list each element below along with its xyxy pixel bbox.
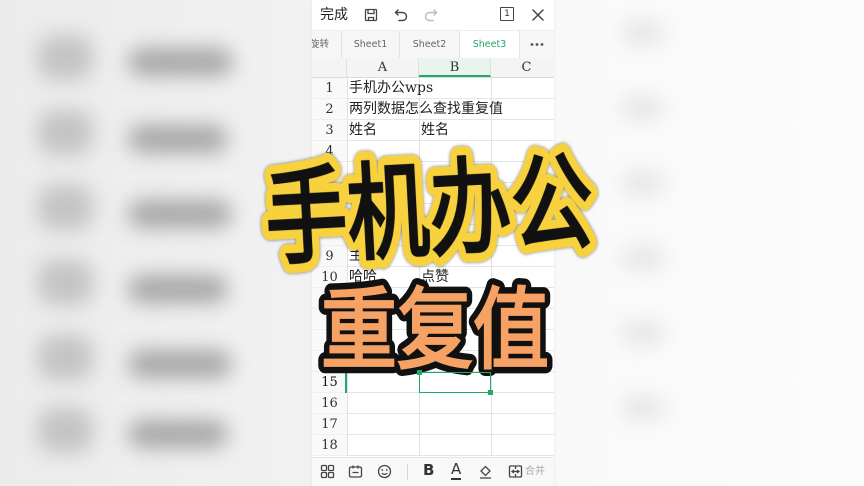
toolbar-divider [407,464,408,480]
page-view-icon[interactable]: 1 [500,7,514,21]
column-header-c[interactable]: C [491,58,554,77]
blurred-background-blob [128,420,228,448]
redo-icon[interactable] [424,8,438,22]
blurred-background-blob [38,185,93,230]
merge-label[interactable]: 合并 [525,465,545,479]
card-view-icon[interactable] [348,464,363,479]
blurred-background-blob [38,335,93,380]
more-dots-icon[interactable] [520,31,554,58]
fill-bucket-icon[interactable] [478,464,493,479]
emoji-icon[interactable] [377,464,392,479]
tab-sheet2[interactable]: Sheet2 [400,31,460,58]
cell-B9[interactable]: 主播 [419,246,449,267]
cell-A9[interactable]: 主播 [347,246,377,267]
row-header-17[interactable]: 17 [312,414,347,435]
blurred-background-blob [622,247,664,269]
row-header-4[interactable]: 4 [312,141,347,162]
top-toolbar: 完成 1 [312,0,554,30]
cell-B3[interactable]: 姓名 [419,120,449,141]
phone-screen: 完成 1 旋转 Sheet1 Sheet2 Sheet3 A B C 1 手机办… [312,0,554,486]
select-all-corner[interactable] [312,58,347,77]
sheet-tab-bar: 旋转 Sheet1 Sheet2 Sheet3 [312,30,554,58]
column-header-row: A B C [312,58,554,78]
column-divider [491,78,492,456]
apps-grid-icon[interactable] [320,464,335,479]
merge-cells-icon[interactable] [508,464,523,479]
blurred-background-blob [38,260,93,305]
font-color-button[interactable]: A [451,461,462,480]
close-icon[interactable] [531,8,545,22]
row-header-18[interactable]: 18 [312,435,347,456]
row-header-10[interactable]: 10 [312,267,347,288]
row-header-9[interactable]: 9 [312,246,347,267]
blurred-background-blob [128,275,228,303]
row-header-2[interactable]: 2 [312,99,347,120]
column-header-a[interactable]: A [347,58,419,77]
blurred-background-blob [38,408,93,453]
row-header-1[interactable]: 1 [312,78,347,99]
cell-B10[interactable]: 点赞 [419,267,449,288]
done-button[interactable]: 完成 [320,6,348,24]
selected-cell-border[interactable] [417,370,493,395]
blurred-background-blob [128,125,228,153]
blurred-background-blob [622,22,664,44]
blurred-background-blob [128,48,233,76]
blurred-background-blob [38,35,93,80]
cell-A1[interactable]: 手机办公wps [347,78,433,99]
blurred-background-blob [128,200,232,228]
column-header-b[interactable]: B [419,58,491,77]
blurred-background-blob [622,397,664,419]
selection-handle-bottom-right[interactable] [488,390,493,395]
cell-A3[interactable]: 姓名 [347,120,377,141]
tab-rotate[interactable]: 旋转 [312,31,342,58]
row-header-3[interactable]: 3 [312,120,347,141]
blurred-background-blob [38,110,93,155]
blurred-background-blob [622,97,664,119]
bold-button[interactable]: B [423,461,434,480]
save-icon[interactable] [364,8,378,22]
undo-icon[interactable] [394,8,408,22]
blurred-background-blob [622,322,664,344]
cell-A10[interactable]: 哈哈 [347,267,377,288]
blurred-background-blob [622,172,664,194]
cell-A2[interactable]: 两列数据怎么查找重复值 [347,99,503,120]
blurred-background-blob [128,350,232,378]
tab-sheet3[interactable]: Sheet3 [460,31,520,58]
tab-sheet1[interactable]: Sheet1 [342,31,400,58]
bottom-toolbar: B A 合并 [312,457,554,486]
row-header-15[interactable]: 15 [312,372,347,393]
row-header-16[interactable]: 16 [312,393,347,414]
cell-grid[interactable]: 1 手机办公wps 2 两列数据怎么查找重复值 3 姓名 姓名 4 9 主播 主播 10 哈哈 点赞 15 1… [312,78,554,456]
selection-handle-top-left[interactable] [417,370,422,375]
